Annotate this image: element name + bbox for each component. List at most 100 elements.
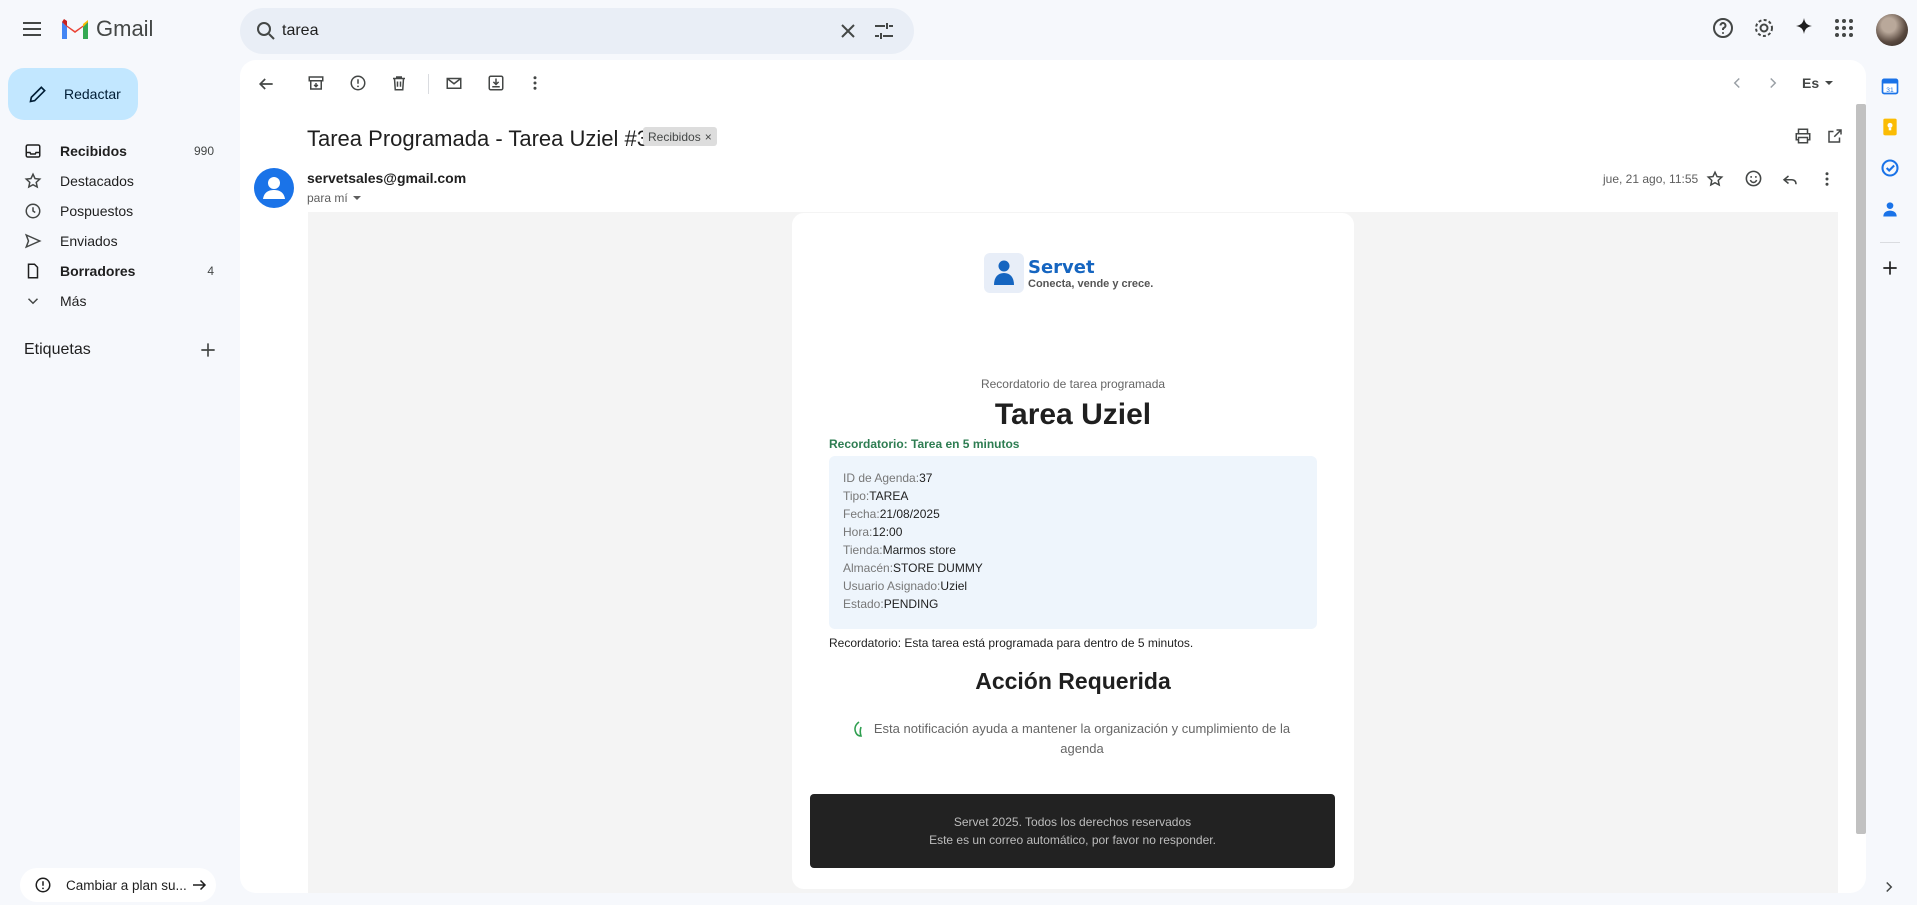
apps-grid-icon[interactable]	[1832, 16, 1856, 40]
print-icon[interactable]	[1794, 127, 1812, 145]
detail-value: PENDING	[883, 597, 939, 611]
side-panel-rail: 31	[1866, 60, 1917, 905]
toolbar-divider	[428, 74, 429, 94]
detail-key: Tienda:	[843, 543, 883, 557]
caret-down-icon[interactable]	[1824, 78, 1834, 88]
clock-icon	[25, 203, 41, 219]
sidebar-item-starred[interactable]: Destacados	[0, 165, 228, 195]
chevron-down-icon	[27, 298, 39, 305]
brand-tagline: Conecta, vende y crece.	[1028, 277, 1154, 290]
detail-row: Fecha:21/08/2025	[843, 507, 940, 521]
add-label-icon[interactable]	[198, 340, 218, 360]
sidebar-item-drafts[interactable]: Borradores 4	[0, 255, 228, 285]
scrollbar-thumb[interactable]	[1856, 104, 1866, 834]
label-chip-text: Recibidos	[648, 129, 701, 144]
detail-value: Uziel	[940, 579, 968, 593]
help-icon[interactable]	[1711, 16, 1735, 40]
detail-key: Tipo:	[843, 489, 870, 503]
more-options-icon[interactable]	[526, 74, 544, 92]
rail-divider	[1880, 242, 1900, 243]
caret-down-icon	[352, 196, 361, 200]
older-chevron-icon[interactable]	[1764, 74, 1782, 92]
task-title: Tarea Uziel	[994, 398, 1152, 431]
leaf-icon	[854, 721, 863, 737]
emoji-reaction-icon[interactable]	[1744, 169, 1763, 188]
compose-button[interactable]: Redactar	[8, 68, 138, 120]
detail-row: Tipo:TAREA	[843, 489, 908, 503]
svg-text:31: 31	[1886, 87, 1894, 94]
sidebar-item-label: Enviados	[60, 233, 118, 249]
inbox-icon	[25, 144, 41, 158]
gmail-m-icon	[62, 19, 88, 39]
input-language-selector[interactable]: Es	[1802, 75, 1819, 91]
reply-icon[interactable]	[1781, 170, 1799, 188]
open-new-window-icon[interactable]	[1826, 127, 1844, 145]
move-to-icon[interactable]	[487, 74, 505, 92]
sidebar-item-label: Destacados	[60, 173, 134, 189]
calendar-icon[interactable]: 31	[1880, 76, 1900, 96]
gemini-sparkle-icon[interactable]	[1792, 16, 1816, 40]
account-avatar[interactable]	[1876, 14, 1908, 46]
detail-value: 37	[919, 471, 933, 485]
sidebar-item-count: 4	[207, 264, 214, 278]
remove-label-icon[interactable]: ×	[705, 130, 712, 144]
send-icon	[24, 233, 42, 249]
archive-icon[interactable]	[307, 74, 325, 92]
sender-avatar[interactable]	[254, 168, 294, 208]
mark-unread-icon[interactable]	[445, 74, 463, 92]
search-input[interactable]: tarea	[282, 22, 318, 40]
star-icon[interactable]	[1706, 170, 1724, 188]
sidebar-item-label: Pospuestos	[60, 203, 134, 219]
upgrade-plan-label: Cambiar a plan su...	[66, 878, 187, 893]
labels-heading: Etiquetas	[24, 341, 91, 358]
reminder-highlight: Recordatorio: Tarea en 5 minutos	[829, 437, 1020, 451]
sidebar-item-count: 990	[193, 144, 214, 158]
sidebar-item-inbox[interactable]: Recibidos 990	[0, 135, 228, 165]
sidebar-item-more[interactable]: Más	[0, 285, 228, 315]
detail-value: Marmos store	[882, 543, 956, 557]
help-note: Esta notificación ayuda a mantener la or…	[873, 721, 1291, 756]
sidebar-item-label: Recibidos	[60, 143, 127, 159]
arrow-right-icon	[193, 879, 207, 891]
search-icon[interactable]	[254, 19, 278, 43]
message-subject: Tarea Programada - Tarea Uziel #37	[307, 126, 662, 151]
sidebar-item-sent[interactable]: Enviados	[0, 225, 228, 255]
trash-icon[interactable]	[390, 74, 408, 92]
pencil-icon	[29, 86, 46, 103]
newer-chevron-icon[interactable]	[1728, 74, 1746, 92]
app-name: Gmail	[96, 16, 154, 41]
expand-panel-chevron-icon[interactable]	[1880, 878, 1898, 896]
detail-row: Estado:PENDING	[843, 597, 938, 611]
top-bar: Gmail tarea	[0, 0, 1917, 60]
detail-value: 12:00	[872, 525, 903, 539]
sidebar-item-snoozed[interactable]: Pospuestos	[0, 195, 228, 225]
sidebar-item-label: Más	[60, 293, 87, 309]
detail-value: STORE DUMMY	[893, 561, 983, 575]
email-card: Servet Conecta, vende y crece. Recordato…	[792, 213, 1354, 889]
settings-gear-icon[interactable]	[1752, 16, 1776, 40]
contacts-icon[interactable]	[1880, 199, 1900, 219]
footer-no-reply: Este es un correo automático, por favor …	[929, 833, 1216, 847]
compose-label: Redactar	[64, 86, 121, 102]
sidebar: Redactar Recibidos 990 Destacados Pospue…	[0, 60, 240, 905]
search-options-icon[interactable]	[872, 19, 896, 43]
clear-search-icon[interactable]	[836, 19, 860, 43]
action-required-heading: Acción Requerida	[975, 668, 1171, 694]
search-bar[interactable]: tarea	[240, 8, 914, 54]
person-icon	[263, 177, 285, 199]
main-menu-icon[interactable]	[20, 17, 44, 41]
sender-email[interactable]: servetsales@gmail.com	[307, 170, 466, 186]
email-footer: Servet 2025. Todos los derechos reservad…	[810, 794, 1335, 868]
detail-value: TAREA	[869, 489, 909, 503]
label-chip-inbox[interactable]: Recibidos ×	[643, 127, 717, 146]
tasks-icon[interactable]	[1880, 158, 1900, 178]
keep-notes-icon[interactable]	[1880, 117, 1900, 137]
gmail-logo[interactable]: Gmail	[60, 16, 153, 42]
report-spam-icon[interactable]	[349, 74, 367, 92]
detail-row: Usuario Asignado:Uziel	[843, 579, 967, 593]
recipient-details[interactable]: para mí	[307, 191, 362, 205]
more-options-icon[interactable]	[1818, 170, 1836, 188]
add-addon-icon[interactable]	[1880, 258, 1900, 278]
back-arrow-icon[interactable]	[256, 74, 276, 94]
upgrade-plan-button[interactable]: Cambiar a plan su...	[20, 868, 216, 902]
